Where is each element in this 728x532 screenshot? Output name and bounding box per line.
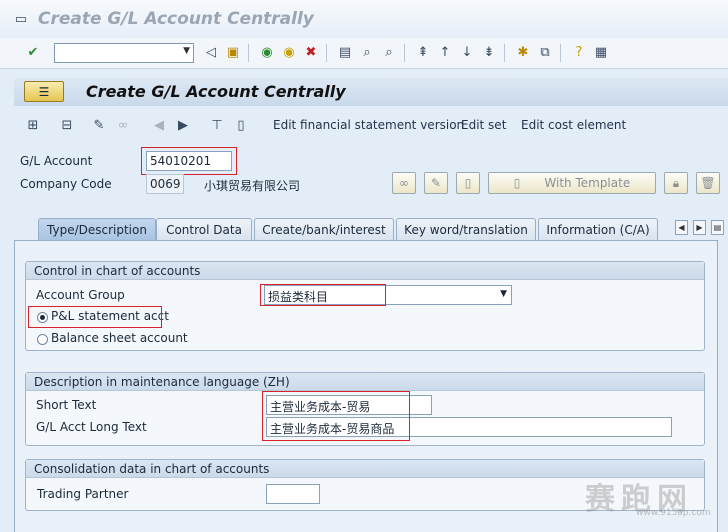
document-icon: ▯ — [464, 176, 472, 190]
trash-icon: 🗑︎ — [700, 176, 716, 190]
control-group-title: Control in chart of accounts — [26, 262, 704, 280]
highlight-box — [28, 306, 162, 328]
last-page-icon[interactable]: ⇟ — [480, 43, 498, 61]
exit-icon[interactable]: ◉ — [280, 43, 298, 61]
with-template-label: With Template — [544, 176, 631, 190]
description-group-title: Description in maintenance language (ZH) — [26, 373, 704, 391]
title-bar: ▭ Create G/L Account Centrally — [0, 0, 728, 39]
menu-icon: ☰ — [38, 84, 50, 99]
edit-set-button[interactable]: Edit set — [461, 118, 506, 132]
bs-radio[interactable] — [37, 334, 48, 345]
find-next-icon[interactable]: ⌕ — [380, 43, 398, 61]
bs-label: Balance sheet account — [51, 331, 188, 345]
previous-icon[interactable]: ◀ — [150, 116, 168, 134]
find-icon[interactable]: ⌕ — [358, 43, 376, 61]
account-group-label: Account Group — [36, 288, 125, 302]
separator — [560, 44, 561, 62]
menu-button[interactable]: ☰ — [24, 81, 64, 102]
screen-header: ☰ Create G/L Account Centrally — [14, 78, 728, 106]
with-template-button[interactable]: ▯ With Template — [488, 172, 656, 194]
hierarchy-icon[interactable]: ⊞ — [24, 116, 42, 134]
separator — [248, 44, 249, 62]
tab-list-icon[interactable]: ▤ — [711, 220, 724, 235]
first-page-icon[interactable]: ⇞ — [414, 43, 432, 61]
menu-icon[interactable]: ▭ — [12, 10, 30, 28]
display-change-icon[interactable]: ✎ — [90, 116, 108, 134]
create-session-icon[interactable]: ✱ — [514, 43, 532, 61]
template-icon: ▯ — [513, 176, 521, 190]
glasses-icon: ∞ — [399, 176, 409, 190]
standard-toolbar: ✔ ▼ ◁ ▣ ◉ ◉ ✖ ▤ ⌕ ⌕ ⇞ ↑ ↓ ⇟ ✱ ⧉ ? ▦ — [0, 38, 728, 69]
back-green-icon[interactable]: ◉ — [258, 43, 276, 61]
window-title: Create G/L Account Centrally — [38, 9, 314, 29]
separator — [504, 44, 505, 62]
next-icon[interactable]: ▶ — [174, 116, 192, 134]
separator — [326, 44, 327, 62]
enter-icon[interactable]: ✔ — [24, 43, 42, 61]
tab-information-ca[interactable]: Information (C/A) — [538, 218, 658, 240]
prev-page-icon[interactable]: ↑ — [436, 43, 454, 61]
create-button[interactable]: ▯ — [456, 172, 480, 194]
structure-icon[interactable]: ⊟ — [58, 116, 76, 134]
company-code-label: Company Code — [20, 177, 112, 191]
application-toolbar: ⊞ ⊟ ✎ ∞ ◀ ▶ ⊤ ▯ Edit financial statement… — [14, 108, 728, 144]
back-icon[interactable]: ◁ — [202, 43, 220, 61]
save-icon[interactable]: ▣ — [224, 43, 242, 61]
lock-icon: 🔒︎ — [672, 175, 680, 190]
tab-scroll-left-icon[interactable]: ◀ — [675, 220, 688, 235]
delete-button[interactable]: 🗑︎ — [696, 172, 720, 194]
print-icon[interactable]: ⊤ — [208, 116, 226, 134]
gl-account-label: G/L Account — [20, 154, 93, 168]
shortcut-icon[interactable]: ⧉ — [536, 43, 554, 61]
company-name: 小琪贸易有限公司 — [204, 179, 301, 193]
watermark-url: www.915ap.com — [636, 508, 711, 518]
command-field[interactable]: ▼ — [54, 43, 194, 63]
tab-type-description[interactable]: Type/Description — [38, 218, 156, 240]
trading-partner-field[interactable] — [266, 484, 320, 504]
notes-icon[interactable]: ▯ — [232, 116, 250, 134]
highlight-box — [262, 391, 410, 441]
next-page-icon[interactable]: ↓ — [458, 43, 476, 61]
other-object-icon[interactable]: ∞ — [114, 116, 132, 134]
command-dropdown-icon[interactable]: ▼ — [183, 46, 190, 56]
description-group: Description in maintenance language (ZH)… — [25, 372, 705, 446]
help-icon[interactable]: ? — [570, 43, 588, 61]
edit-button[interactable]: ✎ — [424, 172, 448, 194]
company-code-field[interactable]: 0069 — [146, 174, 184, 194]
print-icon[interactable]: ▤ — [336, 43, 354, 61]
trading-partner-label: Trading Partner — [37, 487, 129, 501]
tab-create-bank-interest[interactable]: Create/bank/interest — [254, 218, 394, 240]
highlight-box — [141, 147, 237, 175]
tab-control-data[interactable]: Control Data — [156, 218, 252, 240]
edit-fs-version-button[interactable]: Edit financial statement version — [273, 118, 464, 132]
tab-key-word-translation[interactable]: Key word/translation — [396, 218, 536, 240]
control-group: Control in chart of accounts Account Gro… — [25, 261, 705, 351]
edit-cost-element-button[interactable]: Edit cost element — [521, 118, 626, 132]
chevron-down-icon[interactable]: ▼ — [500, 289, 507, 299]
short-text-label: Short Text — [36, 398, 97, 412]
highlight-box — [260, 284, 386, 306]
block-button[interactable]: 🔒︎ — [664, 172, 688, 194]
customize-layout-icon[interactable]: ▦ — [592, 43, 610, 61]
with-reference-button[interactable]: ∞ — [392, 172, 416, 194]
pencil-icon: ✎ — [430, 176, 442, 190]
screen-title: Create G/L Account Centrally — [86, 82, 346, 101]
cancel-icon[interactable]: ✖ — [302, 43, 320, 61]
tab-scroll-right-icon[interactable]: ▶ — [693, 220, 706, 235]
separator — [404, 44, 405, 62]
long-text-label: G/L Acct Long Text — [36, 420, 147, 434]
